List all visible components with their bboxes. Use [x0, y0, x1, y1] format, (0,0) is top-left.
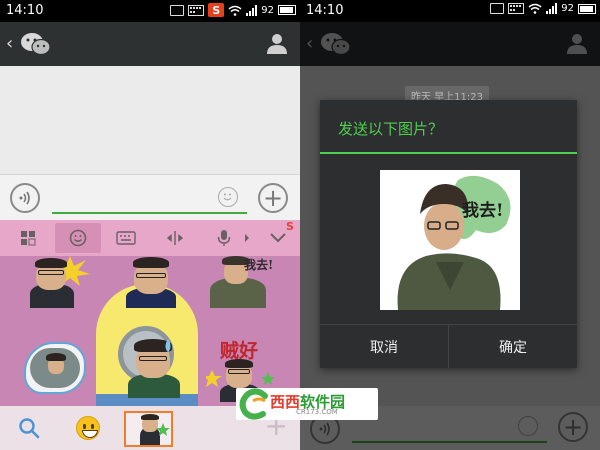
chat-message-area	[0, 66, 300, 174]
sticker-photo-cloud[interactable]	[24, 342, 86, 394]
status-bar: 14:10 S 92	[0, 0, 300, 22]
back-chevron-icon[interactable]: ‹	[6, 33, 13, 54]
cr173-logo-icon	[239, 388, 268, 420]
emoji-icon[interactable]	[55, 223, 101, 253]
keyboard-status-icon	[188, 4, 205, 16]
sticker-smiling[interactable]	[122, 256, 180, 308]
sogou-mini-icon: S	[286, 220, 294, 233]
preview-illustration	[397, 175, 511, 310]
watermark-logo: 西西软件园 CR173.COM	[236, 388, 378, 420]
watermark-site: CR173.COM	[296, 408, 338, 416]
status-icons-right: 92	[490, 3, 596, 14]
sticker-army-coat[interactable]: 我去!	[206, 256, 276, 308]
send-image-dialog: 发送以下图片？ 我去! 取消 确定	[320, 100, 577, 368]
chat-input-bar: +	[0, 174, 300, 220]
person-icon[interactable]	[266, 32, 288, 54]
signal-icon	[546, 3, 558, 14]
phone-left: 14:10 S 92 ‹ + S 我去! 贼好 +	[0, 0, 300, 450]
microphone-icon[interactable]	[212, 226, 236, 250]
sogou-icon: S	[208, 3, 225, 17]
keyboard-toolbar: S	[0, 220, 300, 256]
keyboard-icon[interactable]	[114, 226, 138, 250]
chat-titlebar: ‹	[0, 22, 300, 66]
wifi-icon	[528, 3, 542, 14]
phone-right: 14:10 92 ‹ + 昨天 早上11:23	[300, 0, 600, 450]
dialog-preview-image: 我去!	[380, 170, 520, 310]
keyboard-status-icon	[508, 3, 525, 14]
selected-sticker-tab[interactable]	[124, 411, 173, 447]
sticker-sweating[interactable]	[126, 336, 182, 398]
cursor-icon[interactable]	[163, 226, 187, 250]
battery-level: 92	[261, 4, 274, 16]
confirm-button[interactable]: 确定	[449, 325, 577, 368]
preview-caption: 我去!	[462, 201, 504, 221]
dialog-buttons: 取消 确定	[320, 324, 577, 368]
grid-icon[interactable]	[16, 226, 40, 250]
more-button[interactable]: +	[258, 183, 288, 213]
signal-icon	[246, 4, 258, 16]
status-bar-right: 14:10 92	[300, 0, 600, 22]
status-time: 14:10	[6, 3, 44, 18]
search-icon[interactable]	[18, 417, 40, 439]
battery-icon	[278, 5, 296, 15]
sticker-panel: 我去! 贼好	[0, 256, 300, 406]
sticker-shocked[interactable]	[20, 256, 90, 308]
smiley-emoji-icon[interactable]	[76, 416, 100, 440]
gallery-icon	[170, 4, 185, 16]
emoji-toggle-icon[interactable]	[218, 187, 238, 207]
battery-level-right: 92	[561, 3, 574, 14]
status-time-right: 14:10	[306, 3, 344, 18]
chevron-right-icon[interactable]	[240, 226, 254, 250]
cancel-button[interactable]: 取消	[320, 325, 448, 368]
battery-icon	[578, 3, 596, 14]
wifi-icon	[228, 5, 242, 16]
dialog-title: 发送以下图片？	[338, 120, 444, 138]
message-input[interactable]	[52, 212, 247, 214]
dialog-divider	[320, 152, 577, 154]
voice-icon	[19, 191, 30, 205]
voice-button[interactable]	[10, 183, 40, 213]
gallery-icon	[490, 3, 505, 14]
status-icons: S 92	[170, 3, 296, 17]
wechat-logo-icon	[21, 33, 51, 56]
